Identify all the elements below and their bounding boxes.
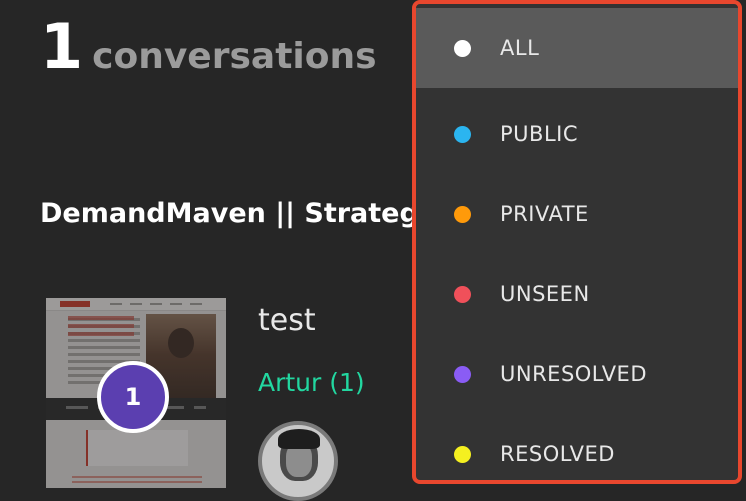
filter-item-unseen[interactable]: UNSEEN — [416, 254, 738, 334]
filter-item-all[interactable]: ALL — [416, 8, 738, 88]
filter-item-label: UNSEEN — [500, 282, 590, 306]
filter-item-label: UNRESOLVED — [500, 362, 647, 386]
comment-count-badge[interactable]: 1 — [97, 361, 169, 433]
filter-item-private[interactable]: PRIVATE — [416, 174, 738, 254]
conversations-header: 1 conversations — [40, 10, 377, 83]
dot-icon — [454, 205, 471, 223]
filter-item-label: PUBLIC — [500, 122, 578, 146]
dot-icon — [454, 285, 471, 303]
filter-item-public[interactable]: PUBLIC — [416, 94, 738, 174]
conversations-label: conversations — [92, 36, 377, 77]
project-title: DemandMaven || Strategy — [40, 198, 415, 229]
avatar[interactable] — [258, 421, 338, 501]
filter-item-label: ALL — [500, 36, 540, 60]
dot-icon — [454, 365, 471, 383]
dot-icon — [454, 39, 471, 57]
filter-item-label: RESOLVED — [500, 442, 615, 466]
filter-item-label: PRIVATE — [500, 202, 589, 226]
filter-item-resolved[interactable]: RESOLVED — [416, 414, 738, 480]
conversation-title[interactable]: test — [258, 303, 316, 338]
dot-icon — [454, 125, 471, 143]
filter-item-unresolved[interactable]: UNRESOLVED — [416, 334, 738, 414]
filter-dropdown: ALL PUBLIC PRIVATE UNSEEN UNRESOLVED RES… — [412, 0, 742, 484]
conversation-user[interactable]: Artur (1) — [258, 368, 365, 397]
avatar-hair — [278, 429, 320, 449]
conversation-count: 1 — [40, 10, 83, 83]
dot-icon — [454, 445, 471, 463]
